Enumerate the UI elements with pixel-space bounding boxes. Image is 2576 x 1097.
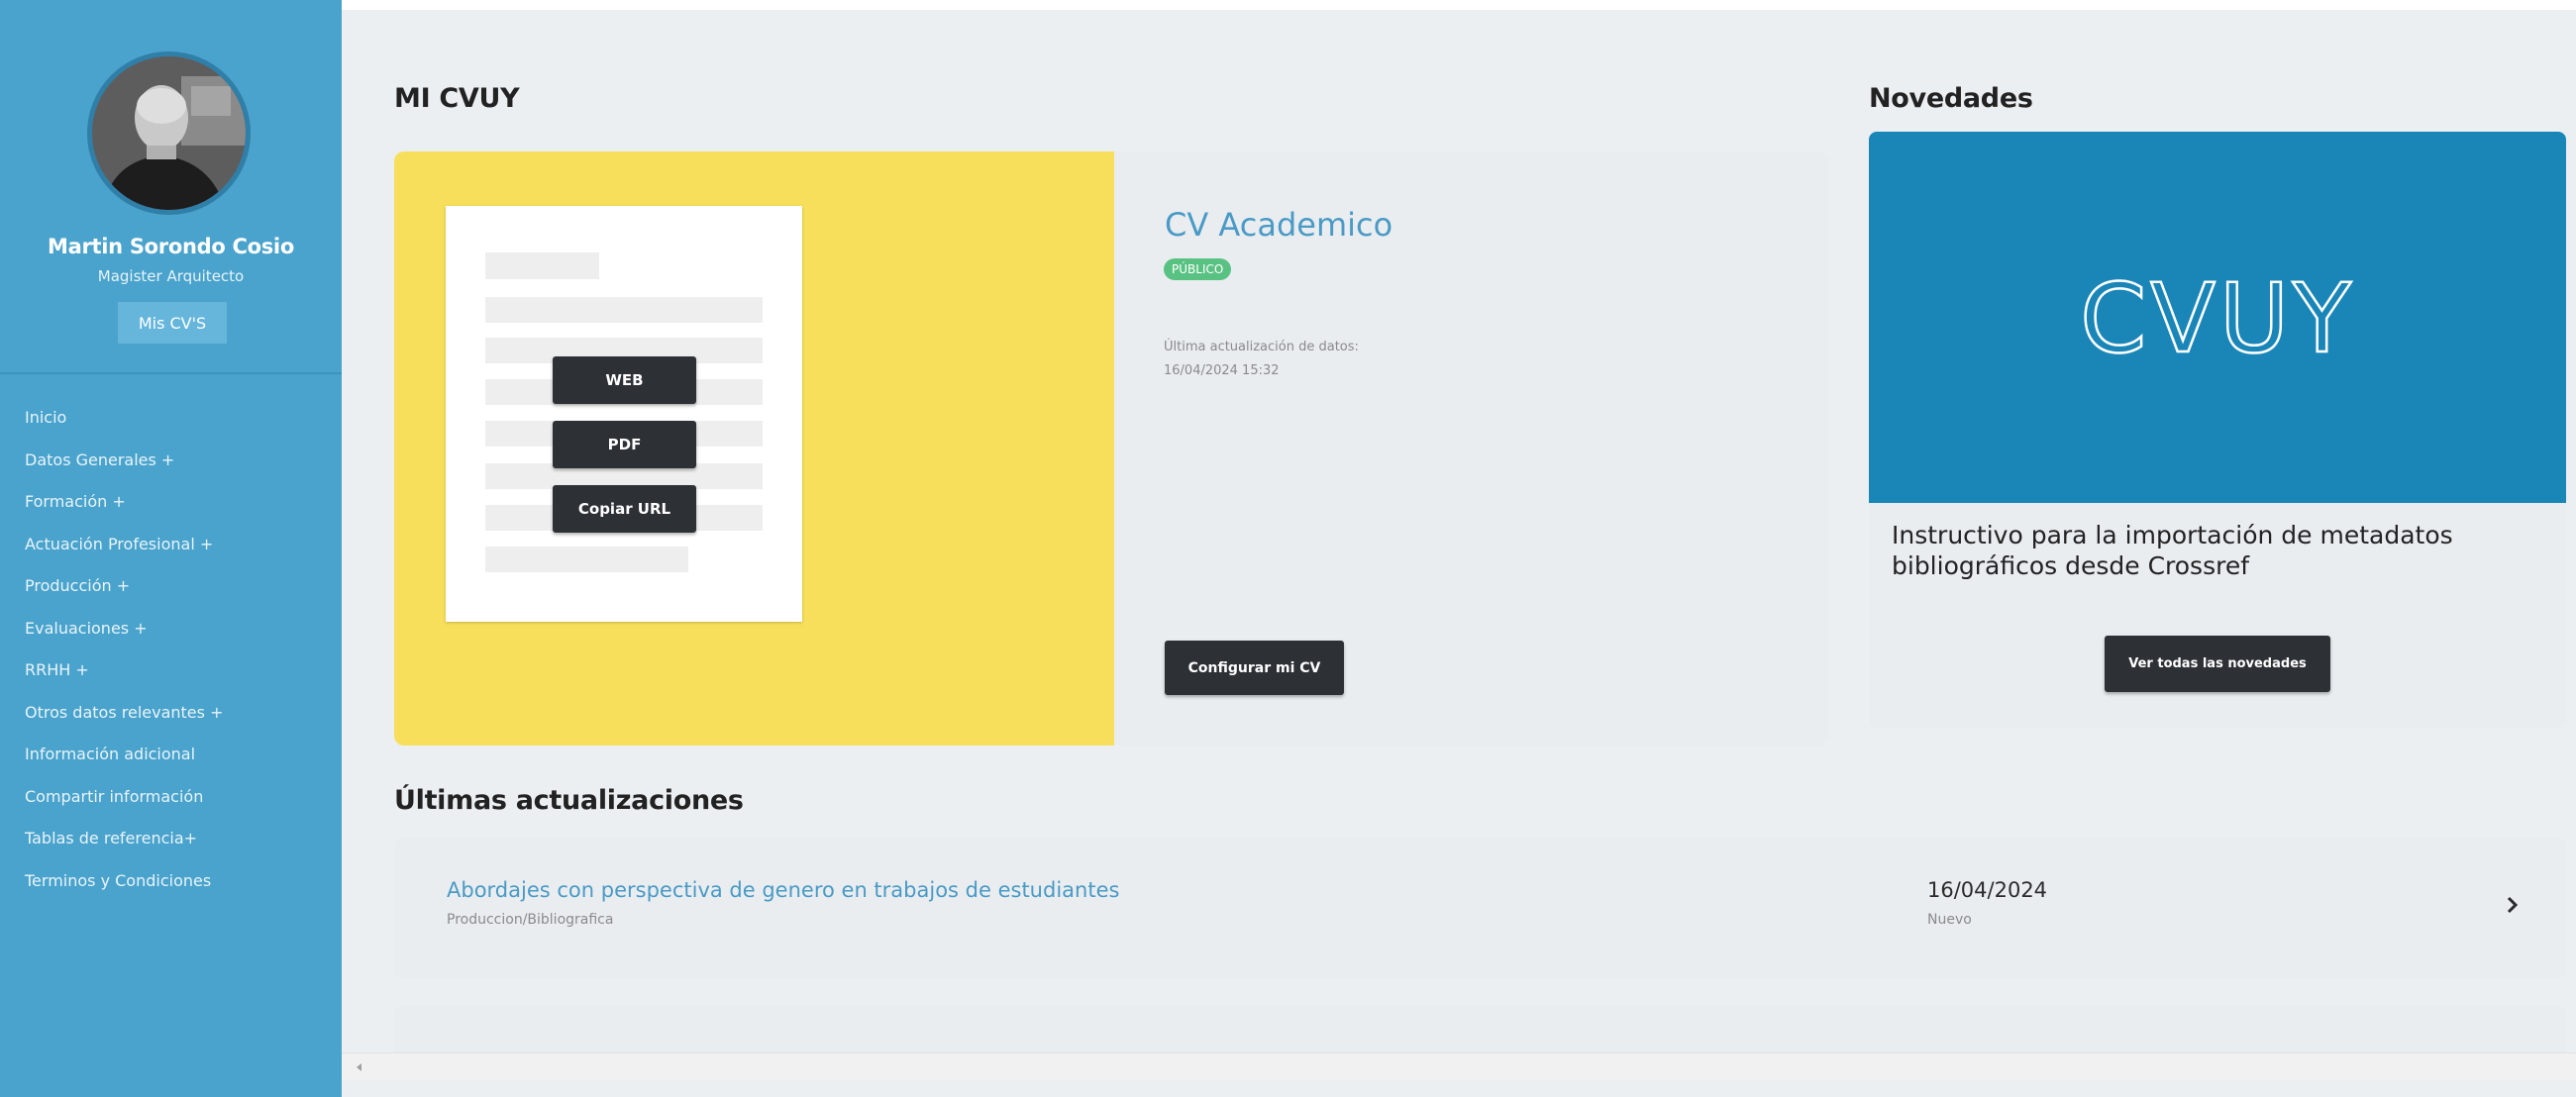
cv-title[interactable]: CV Academico	[1165, 206, 1392, 244]
bottom-band	[342, 1080, 2576, 1097]
scroll-left-icon[interactable]	[352, 1059, 367, 1075]
nav-item-terminos-condiciones[interactable]: Terminos y Condiciones	[25, 869, 223, 912]
nav-item-formacion[interactable]: Formación +	[25, 490, 223, 533]
update-date: 16/04/2024	[1927, 878, 2048, 902]
nav-item-evaluaciones[interactable]: Evaluaciones +	[25, 617, 223, 659]
updates-heading: Últimas actualizaciones	[394, 785, 744, 816]
sidebar: Martin Sorondo Cosio Magister Arquitecto…	[0, 0, 342, 1097]
update-category: Produccion/Bibliografica	[447, 912, 614, 928]
cvuy-logo-text: CVUY	[2080, 263, 2355, 374]
nav-item-tablas-referencia[interactable]: Tablas de referencia+	[25, 827, 223, 869]
nav-item-rrhh[interactable]: RRHH +	[25, 658, 223, 701]
list-item[interactable]: Abordajes con perspectiva de genero en t…	[394, 839, 2566, 979]
skeleton-line	[485, 547, 688, 572]
update-status: Nuevo	[1927, 912, 1972, 928]
all-news-button[interactable]: Ver todas las novedades	[2105, 636, 2330, 692]
top-strip	[342, 0, 2576, 10]
novedades-heading: Novedades	[1869, 83, 2033, 114]
mi-cvuy-heading: MI CVUY	[394, 83, 520, 114]
configure-cv-button[interactable]: Configurar mi CV	[1165, 641, 1344, 695]
news-banner[interactable]: CVUY	[1869, 132, 2566, 503]
cv-card: WEB PDF Copiar URL CV Academico PÚBLICO …	[394, 151, 1828, 746]
horizontal-scrollbar[interactable]	[342, 1052, 2576, 1081]
nav-item-otros-datos[interactable]: Otros datos relevantes +	[25, 701, 223, 744]
user-role: Magister Arquitecto	[97, 267, 245, 285]
sidebar-divider	[0, 372, 342, 374]
user-photo	[92, 56, 246, 210]
news-text[interactable]: Instructivo para la importación de metad…	[1892, 520, 2506, 581]
avatar[interactable]	[87, 51, 251, 215]
status-badge: PÚBLICO	[1164, 258, 1232, 280]
news-card: CVUY Instructivo para la importación de …	[1869, 132, 2566, 728]
skeleton-line	[485, 252, 599, 279]
user-name: Martin Sorondo Cosio	[48, 235, 294, 258]
pdf-button[interactable]: PDF	[553, 421, 696, 468]
update-title[interactable]: Abordajes con perspectiva de genero en t…	[447, 878, 1119, 902]
nav-item-datos-generales[interactable]: Datos Generales +	[25, 449, 223, 491]
nav-item-informacion-adicional[interactable]: Información adicional	[25, 743, 223, 785]
nav-item-compartir-informacion[interactable]: Compartir información	[25, 785, 223, 828]
copy-url-button[interactable]: Copiar URL	[553, 485, 696, 533]
cv-preview-panel: WEB PDF Copiar URL	[394, 151, 1114, 746]
web-button[interactable]: WEB	[553, 356, 696, 404]
nav-item-inicio[interactable]: Inicio	[25, 406, 223, 449]
cvuy-logo: CVUY	[2079, 262, 2355, 376]
nav-item-produccion[interactable]: Producción +	[25, 574, 223, 617]
nav-item-actuacion-profesional[interactable]: Actuación Profesional +	[25, 533, 223, 575]
chevron-right-icon[interactable]	[2498, 890, 2527, 920]
skeleton-line	[485, 297, 763, 323]
last-update-label: Última actualización de datos:	[1164, 340, 1359, 354]
cv-preview-document: WEB PDF Copiar URL	[446, 206, 802, 622]
last-update-date: 16/04/2024 15:32	[1164, 363, 1280, 378]
sidebar-nav: Inicio Datos Generales + Formación + Act…	[25, 406, 223, 911]
mis-cvs-button[interactable]: Mis CV'S	[118, 302, 227, 344]
